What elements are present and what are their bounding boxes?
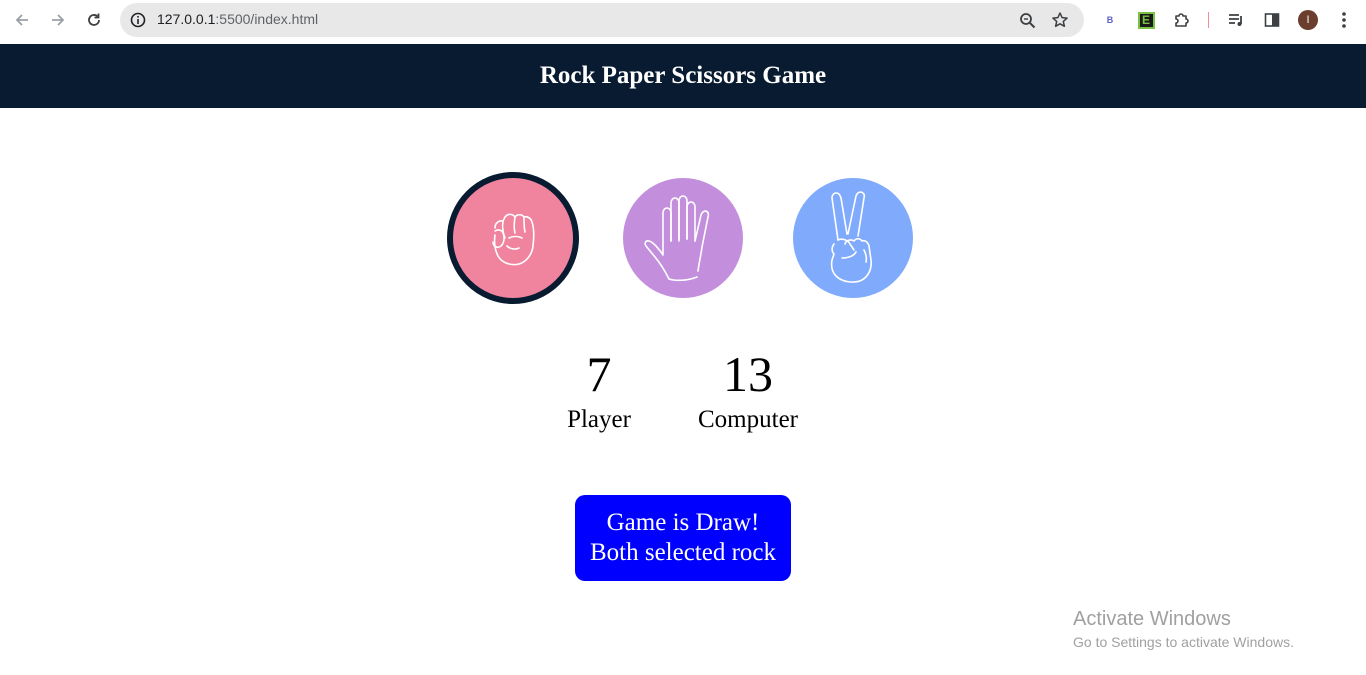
computer-score-value: 13 [723,346,773,402]
extension-e-label: E [1137,11,1155,29]
computer-score-label: Computer [698,406,798,433]
page-title: Rock Paper Scissors Game [539,62,827,89]
windows-activation-watermark: Activate Windows Go to Settings to activ… [1073,607,1294,652]
extensions-puzzle-icon[interactable] [1171,9,1193,31]
paper-choice-button[interactable] [623,178,743,298]
result-message-line1: Game is Draw! [606,509,760,536]
watermark-subtitle: Go to Settings to activate Windows. [1073,634,1294,650]
player-score: 7 Player [559,349,639,435]
result-message: Game is Draw! Both selected rock [575,495,791,581]
reload-icon[interactable] [82,8,106,32]
side-panel-icon[interactable] [1261,9,1283,31]
result-message-line2: Both selected rock [589,539,777,566]
extension-e-icon[interactable]: E [1135,9,1157,31]
url-text: 127.0.0.1:5500/index.html [157,11,318,27]
scissors-hand-icon [830,191,872,283]
zoom-icon[interactable] [1017,10,1037,30]
app-header: Rock Paper Scissors Game [0,44,1366,108]
media-queue-icon[interactable] [1225,9,1247,31]
profile-initial: I [1298,10,1318,30]
address-bar[interactable]: 127.0.0.1:5500/index.html [120,3,1084,37]
rock-hand-icon [492,213,535,266]
rock-choice-button[interactable] [447,172,579,304]
computer-score: 13 Computer [688,349,808,435]
site-info-icon[interactable] [128,10,148,30]
browser-toolbar: 127.0.0.1:5500/index.html B E I [0,0,1366,44]
player-score-value: 7 [586,346,612,402]
watermark-title: Activate Windows [1073,608,1231,630]
url-path: :5500/index.html [215,11,319,27]
scissors-choice-button[interactable] [793,178,913,298]
extension-b-label: B [1106,15,1114,25]
extension-b-icon[interactable]: B [1099,9,1121,31]
kebab-menu-icon[interactable] [1333,9,1355,31]
paper-hand-icon [644,195,710,282]
profile-avatar[interactable]: I [1297,9,1319,31]
bookmark-star-icon[interactable] [1050,10,1070,30]
forward-icon[interactable] [46,8,70,32]
url-host: 127.0.0.1 [157,11,216,27]
player-score-label: Player [567,406,631,433]
toolbar-separator [1208,12,1209,28]
back-icon[interactable] [10,8,34,32]
